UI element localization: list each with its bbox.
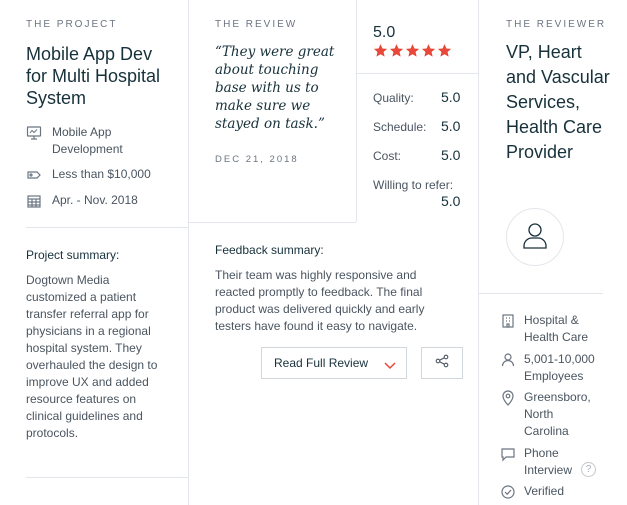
price-tag-icon — [26, 167, 42, 183]
star-icon — [437, 44, 452, 57]
quality-label: Quality: — [373, 91, 414, 105]
divider — [188, 0, 189, 505]
review-date: DEC 21, 2018 — [215, 154, 299, 165]
star-icon — [389, 44, 404, 57]
refer-label: Willing to refer: — [373, 178, 454, 192]
reviewer-location-text: Greensboro, North Carolina — [524, 390, 591, 438]
divider — [478, 293, 603, 294]
divider — [188, 222, 356, 223]
divider — [478, 0, 479, 505]
review-caption: THE REVIEW — [215, 19, 298, 30]
reviewer-verified-text: Verified — [524, 484, 565, 498]
building-icon — [500, 313, 516, 329]
project-summary-label: Project summary: — [26, 248, 120, 262]
chat-bubble-icon — [500, 446, 516, 462]
divider — [26, 477, 188, 478]
star-icon — [405, 44, 420, 57]
calendar-icon — [26, 193, 42, 209]
star-rating — [373, 43, 452, 58]
project-summary: Dogtown Media customized a patient trans… — [26, 273, 158, 440]
reviewer-company-size: 5,001-10,000 Employees — [500, 351, 604, 385]
reviewer-location: Greensboro, North Carolina — [500, 389, 596, 440]
divider — [356, 0, 357, 222]
project-title: Mobile App Dev for Multi Hospital System — [26, 44, 161, 108]
monitor-icon — [26, 125, 42, 141]
reviewer-interview-type: Phone Interview — [500, 445, 576, 479]
reviewer-industry: Hospital & Health Care — [500, 312, 600, 346]
quality-value: 5.0 — [441, 89, 461, 105]
feedback-summary-label: Feedback summary: — [215, 243, 324, 257]
person-icon — [500, 352, 516, 368]
review-quote: “They were great about touching base wit… — [215, 44, 335, 132]
star-icon — [421, 44, 436, 57]
reviewer-verified: Verified — [500, 483, 564, 500]
location-pin-icon — [500, 390, 516, 406]
project-dates-text: Apr. - Nov. 2018 — [52, 193, 138, 207]
cost-value: 5.0 — [441, 147, 461, 163]
project-budget: Less than $10,000 — [26, 166, 151, 183]
refer-value: 5.0 — [441, 193, 461, 209]
avatar — [506, 208, 564, 266]
project-caption: THE PROJECT — [26, 19, 118, 30]
overall-rating: 5.0 — [373, 24, 396, 41]
reviewer-caption: THE REVIEWER — [506, 19, 607, 30]
user-icon — [522, 221, 548, 254]
help-icon[interactable]: ? — [581, 462, 596, 477]
project-service-text: Mobile App Development — [52, 125, 123, 156]
schedule-label: Schedule: — [373, 120, 427, 134]
share-icon — [435, 354, 449, 373]
chevron-down-icon — [384, 358, 396, 376]
read-full-review-button[interactable]: Read Full Review — [261, 347, 407, 379]
project-service: Mobile App Development — [26, 124, 142, 158]
cost-label: Cost: — [373, 149, 402, 163]
check-circle-icon — [500, 484, 516, 500]
schedule-value: 5.0 — [441, 118, 461, 134]
reviewer-interview-type-text: Phone Interview — [524, 446, 573, 477]
read-full-review-label: Read Full Review — [274, 356, 369, 370]
share-button[interactable] — [421, 347, 463, 379]
reviewer-company-size-text: 5,001-10,000 Employees — [524, 352, 595, 383]
project-dates: Apr. - Nov. 2018 — [26, 192, 138, 209]
reviewer-industry-text: Hospital & Health Care — [524, 313, 589, 344]
reviewer-title: VP, Heart and Vascular Services, Health … — [506, 42, 610, 162]
feedback-summary: Their team was highly responsive and rea… — [215, 268, 425, 333]
divider — [356, 73, 478, 74]
divider — [26, 227, 188, 228]
star-icon — [373, 44, 388, 57]
project-budget-text: Less than $10,000 — [52, 167, 151, 181]
